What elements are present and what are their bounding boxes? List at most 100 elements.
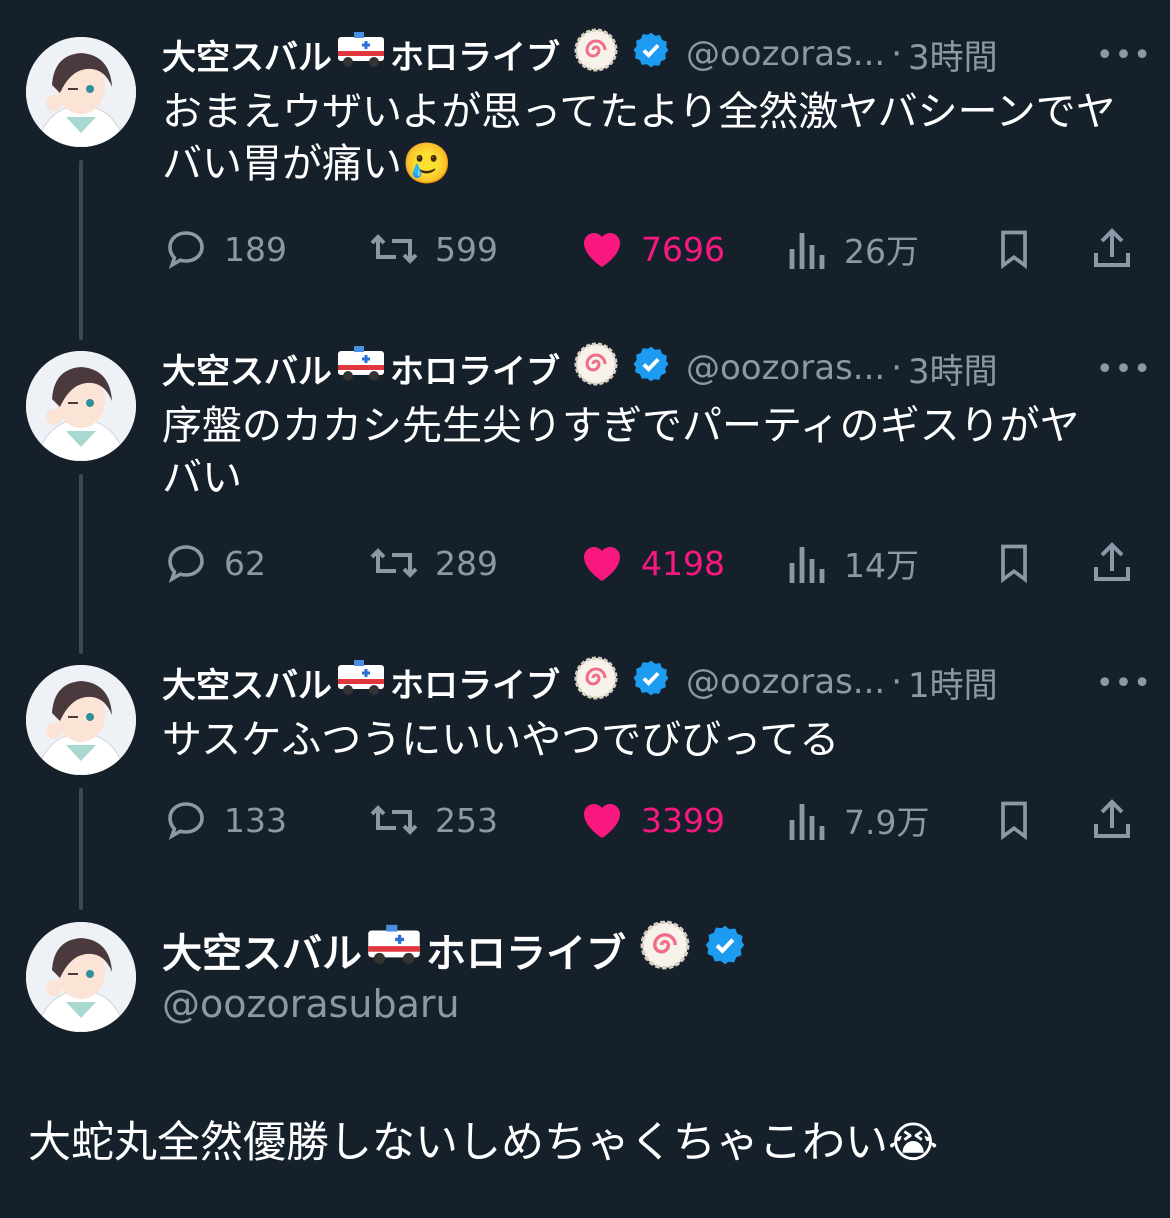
- reply-icon: [168, 802, 204, 840]
- handle[interactable]: @oozoras...: [686, 348, 885, 388]
- ambulance-emoji-icon: [336, 31, 386, 78]
- handle[interactable]: @oozoras...: [686, 662, 885, 702]
- more-icon[interactable]: •••: [1096, 666, 1152, 701]
- views-icon: [789, 804, 825, 840]
- tweet-header: 大空スバル ホロライブ @oozoras... · 3時間: [162, 28, 998, 79]
- display-name-suffix[interactable]: ホロライブ: [426, 921, 626, 979]
- bookmark-button[interactable]: [992, 538, 1050, 588]
- share-icon: [1094, 799, 1130, 838]
- like-button[interactable]: 3399: [577, 795, 725, 845]
- display-name[interactable]: 大空スバル: [162, 344, 332, 393]
- tweet-header: 大空スバル ホロライブ: [162, 920, 746, 980]
- handle[interactable]: @oozorasubaru: [162, 982, 460, 1026]
- display-name[interactable]: 大空スバル: [162, 30, 332, 79]
- bookmark-button[interactable]: [992, 224, 1050, 274]
- separator-dot: ·: [891, 348, 903, 388]
- tweet-actions: 62 289 4198 14万: [162, 538, 1142, 588]
- naruto-emoji-icon: [640, 920, 690, 980]
- retweet-button[interactable]: 599: [367, 224, 498, 274]
- thread-line: [79, 160, 83, 340]
- view-count: 7.9万: [844, 803, 930, 842]
- avatar[interactable]: [26, 665, 136, 775]
- ambulance-emoji-icon: [336, 345, 386, 392]
- more-icon[interactable]: •••: [1096, 38, 1152, 73]
- share-button[interactable]: [1088, 795, 1150, 845]
- reply-icon: [168, 231, 204, 269]
- bookmark-icon: [1001, 544, 1027, 584]
- reply-button[interactable]: 189: [162, 224, 287, 274]
- tearful-smile-emoji: 🥲: [402, 141, 452, 187]
- retweet-icon: [370, 805, 418, 835]
- bookmark-icon: [1001, 230, 1027, 270]
- tweet-text: 大蛇丸全然優勝しないしめちゃくちゃこわい😭: [28, 1108, 938, 1170]
- reply-button[interactable]: 133: [162, 795, 287, 845]
- display-name-suffix[interactable]: ホロライブ: [390, 344, 560, 393]
- timestamp[interactable]: 1時間: [908, 658, 998, 707]
- share-icon: [1094, 228, 1130, 267]
- retweet-button[interactable]: 253: [367, 795, 498, 845]
- handle[interactable]: @oozoras...: [686, 34, 885, 74]
- bookmark-icon: [1001, 801, 1027, 841]
- heart-icon: [584, 233, 620, 267]
- share-button[interactable]: [1088, 538, 1150, 588]
- verified-icon: [704, 924, 746, 976]
- reply-icon: [168, 545, 204, 583]
- more-icon[interactable]: •••: [1096, 352, 1152, 387]
- view-count: 26万: [844, 232, 919, 271]
- view-count: 14万: [844, 546, 919, 585]
- like-button[interactable]: 4198: [577, 538, 725, 588]
- reply-count: 62: [224, 543, 266, 583]
- tweet-text: サスケふつうにいいやつでびびってる: [162, 717, 840, 763]
- verified-icon: [632, 345, 670, 392]
- verified-icon: [632, 31, 670, 78]
- display-name[interactable]: 大空スバル: [162, 658, 332, 707]
- avatar[interactable]: [26, 37, 136, 147]
- share-icon: [1094, 542, 1130, 581]
- like-count: 3399: [641, 800, 725, 840]
- display-name[interactable]: 大空スバル: [162, 921, 362, 979]
- share-button[interactable]: [1088, 224, 1150, 274]
- tweet-text: おまえウザいよが思ってたより全然激ヤバシーンでヤバい胃が痛い🥲: [162, 86, 1152, 190]
- tweet-header: 大空スバル ホロライブ @oozoras... · 1時間: [162, 656, 998, 707]
- thread-line: [79, 474, 83, 654]
- heart-icon: [584, 547, 620, 581]
- views-button[interactable]: 14万: [786, 538, 919, 588]
- tweet-text: 序盤のカカシ先生尖りすぎでパーティのギスりがヤバい: [162, 403, 1080, 501]
- retweet-count: 289: [435, 543, 498, 583]
- timestamp[interactable]: 3時間: [908, 344, 998, 393]
- tweet-text-body: おまえウザいよが思ってたより全然激ヤバシーンでヤバい胃が痛い: [162, 89, 1116, 187]
- retweet-icon: [370, 234, 418, 264]
- bookmark-button[interactable]: [992, 795, 1050, 845]
- thread-line: [79, 788, 83, 910]
- tweet-text-body: 大蛇丸全然優勝しないしめちゃくちゃこわい: [28, 1118, 888, 1168]
- verified-icon: [632, 659, 670, 706]
- views-button[interactable]: 26万: [786, 224, 919, 274]
- display-name-suffix[interactable]: ホロライブ: [390, 30, 560, 79]
- tweet-actions: 133 253 3399 7.9万: [162, 795, 1142, 845]
- separator-dot: ·: [891, 662, 903, 702]
- naruto-emoji-icon: [574, 28, 618, 81]
- reply-count: 133: [224, 800, 287, 840]
- tweet-header: 大空スバル ホロライブ @oozoras... · 3時間: [162, 342, 998, 393]
- heart-icon: [584, 804, 620, 838]
- views-button[interactable]: 7.9万: [786, 795, 929, 845]
- naruto-emoji-icon: [574, 342, 618, 395]
- reply-count: 189: [224, 229, 287, 269]
- retweet-button[interactable]: 289: [367, 538, 498, 588]
- like-count: 7696: [641, 229, 725, 269]
- views-icon: [789, 547, 825, 583]
- retweet-icon: [370, 548, 418, 578]
- ambulance-emoji-icon: [336, 659, 386, 706]
- crying-emoji: 😭: [888, 1118, 939, 1168]
- reply-button[interactable]: 62: [162, 538, 266, 588]
- timestamp[interactable]: 3時間: [908, 30, 998, 79]
- avatar[interactable]: [26, 922, 136, 1032]
- like-button[interactable]: 7696: [577, 224, 725, 274]
- tweet-actions: 189 599 7696 26万: [162, 224, 1142, 274]
- naruto-emoji-icon: [574, 656, 618, 709]
- like-count: 4198: [641, 543, 725, 583]
- avatar[interactable]: [26, 351, 136, 461]
- display-name-suffix[interactable]: ホロライブ: [390, 658, 560, 707]
- retweet-count: 599: [435, 229, 498, 269]
- separator-dot: ·: [891, 34, 903, 74]
